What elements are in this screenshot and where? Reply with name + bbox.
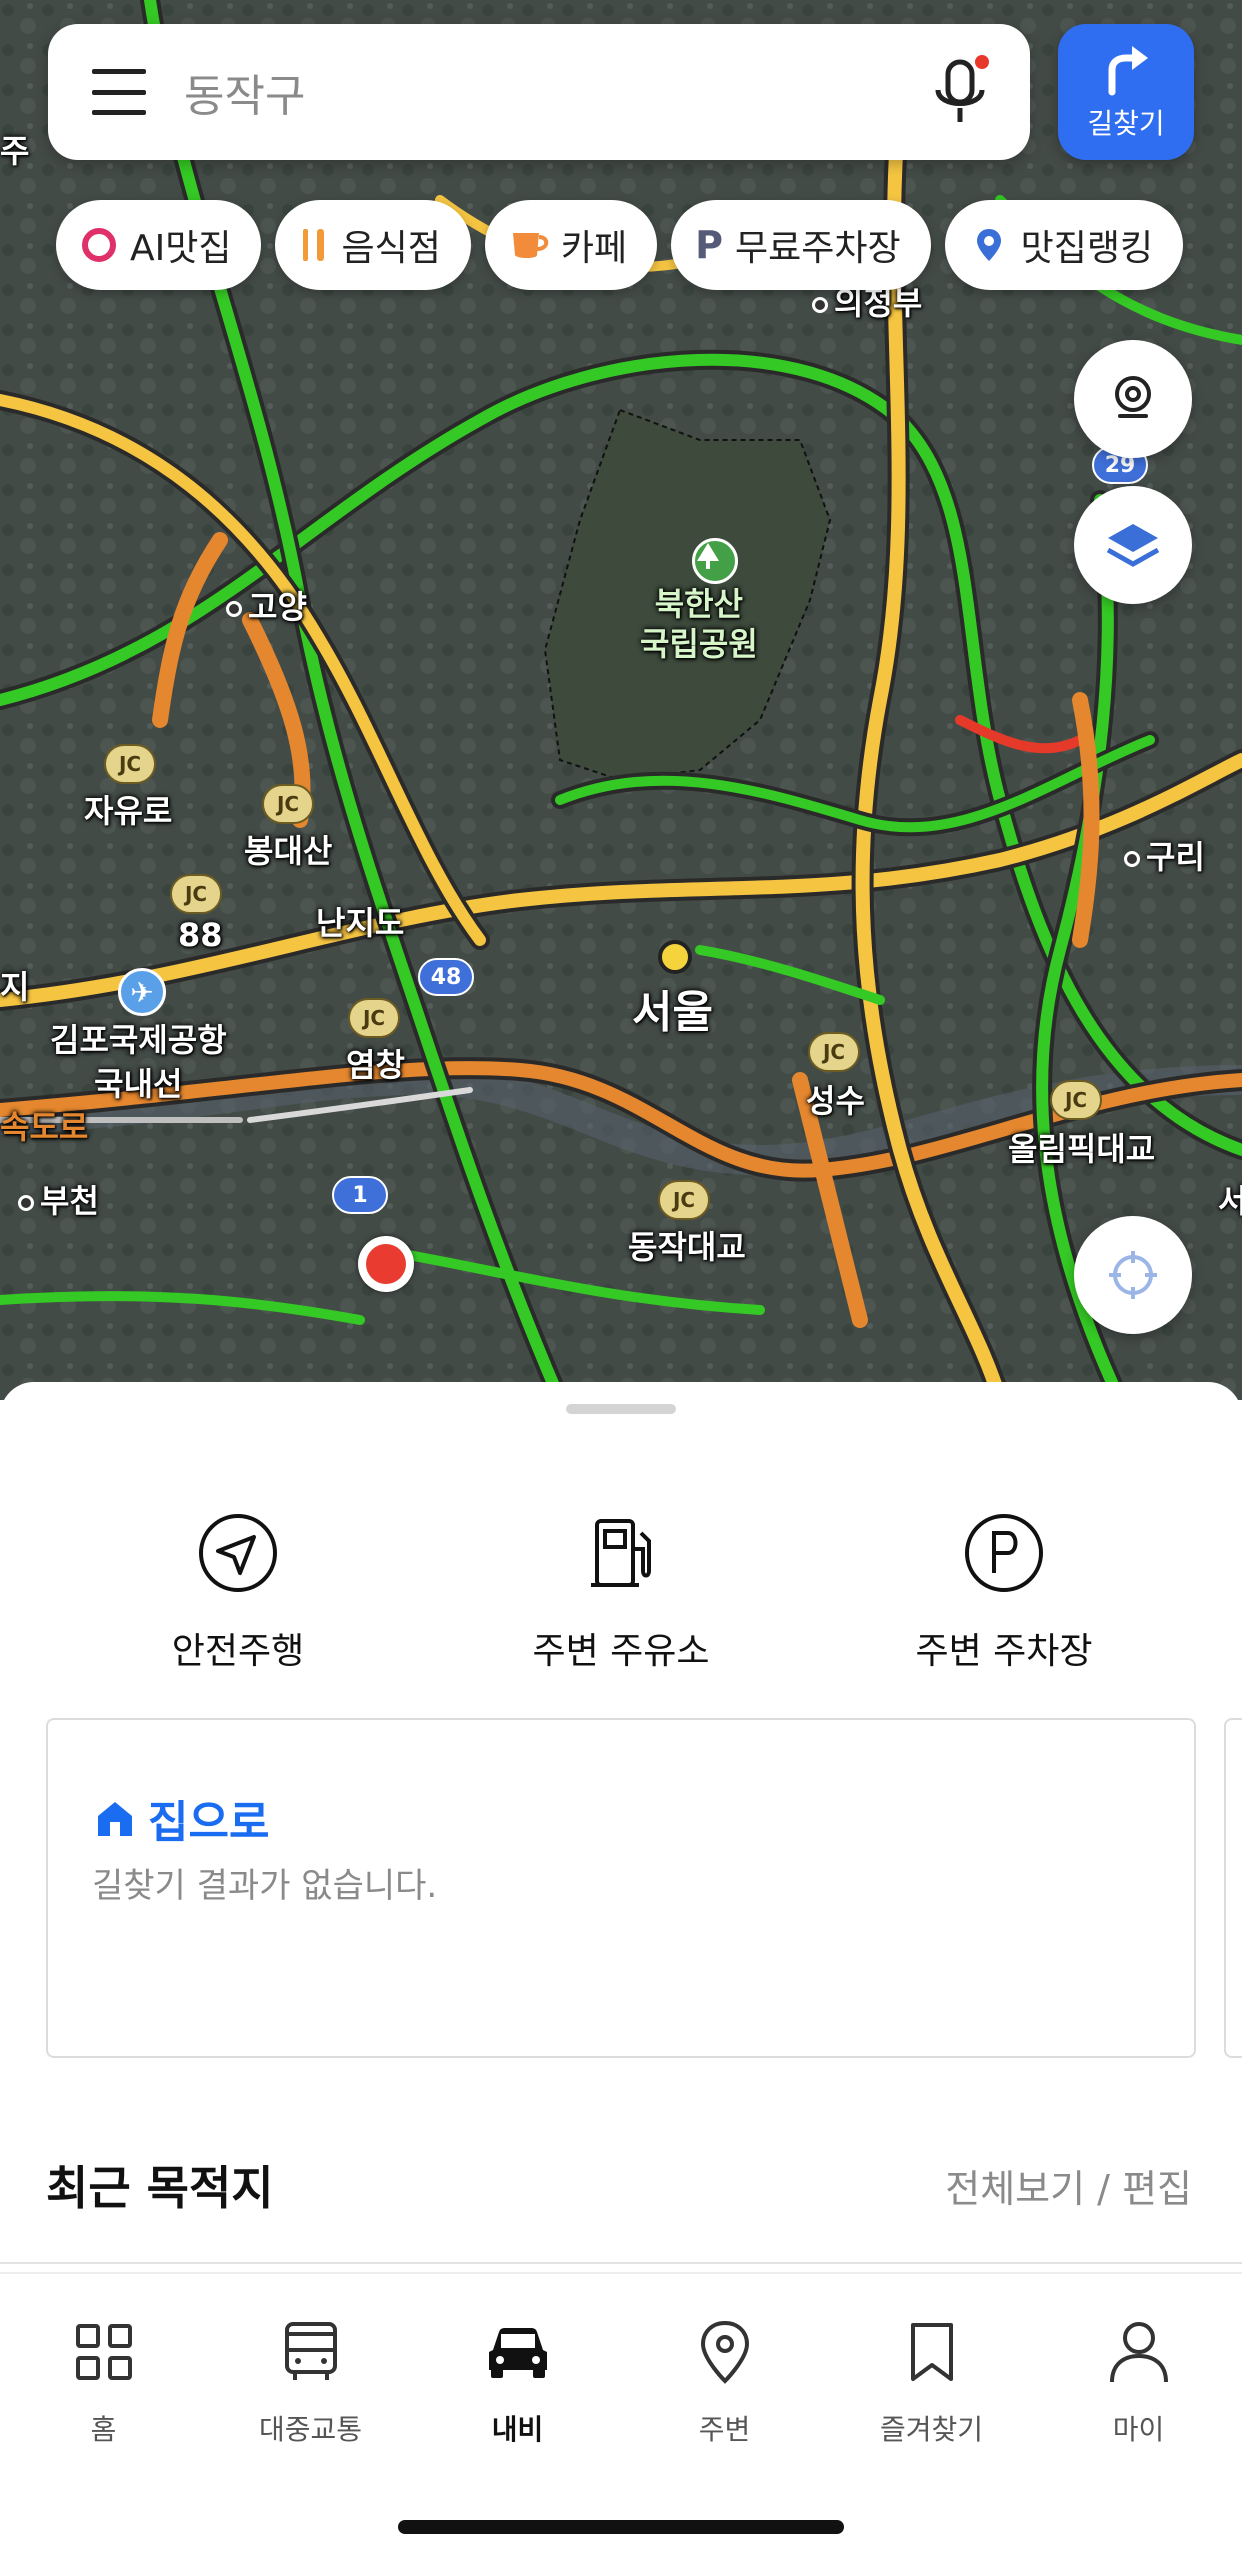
coffee-cup-icon bbox=[509, 227, 549, 263]
tab-label: 주변 bbox=[698, 2413, 751, 2446]
airport-icon: ✈ bbox=[118, 968, 166, 1016]
tab-home[interactable]: 홈 bbox=[0, 2314, 207, 2448]
jc-badge: JC bbox=[262, 784, 314, 824]
map-label-edge: 주 bbox=[0, 132, 30, 170]
chip-label: 맛집랭킹 bbox=[1020, 228, 1154, 269]
map-label-bongdaesan: 봉대산 bbox=[244, 832, 333, 870]
chip-ranking[interactable]: 맛집랭킹 bbox=[944, 200, 1184, 290]
tab-my[interactable]: 마이 bbox=[1035, 2314, 1242, 2448]
map-label-guri: 구리 bbox=[1124, 832, 1205, 878]
tab-label: 대중교통 bbox=[258, 2413, 363, 2446]
route-48-badge: 48 bbox=[418, 958, 474, 996]
nearby-gas-station-button[interactable]: 주변 주유소 bbox=[431, 1510, 811, 1674]
map-label-edge-seo: 서 bbox=[1218, 1182, 1242, 1220]
hamburger-menu-icon[interactable] bbox=[92, 69, 146, 115]
car-icon bbox=[414, 2314, 621, 2390]
view-all-edit-link[interactable]: 전체보기 / 편집 bbox=[945, 2158, 1192, 2213]
jc-badge: JC bbox=[808, 1032, 860, 1072]
navigation-arrow-icon bbox=[48, 1510, 428, 1596]
tab-label: 내비 bbox=[491, 2413, 544, 2446]
map-label-goyang: 고양 bbox=[226, 582, 307, 628]
safe-driving-button[interactable]: 안전주행 bbox=[48, 1510, 428, 1674]
seoul-marker-icon bbox=[658, 940, 692, 974]
sheet-drag-handle[interactable] bbox=[566, 1404, 676, 1414]
safe-driving-label: 안전주행 bbox=[171, 1631, 305, 1672]
directions-button[interactable]: 길찾기 bbox=[1058, 24, 1194, 160]
map-label-gimpo: 김포국제공항 국내선 bbox=[50, 1021, 227, 1103]
bus-icon bbox=[207, 2314, 414, 2390]
map-label-edge-road: 속도로 bbox=[0, 1108, 89, 1146]
map-label-olympic: 올림픽대교 bbox=[1008, 1130, 1156, 1168]
jc-badge: JC bbox=[1050, 1080, 1102, 1120]
jc-badge: JC bbox=[170, 874, 222, 914]
tab-nearby[interactable]: 주변 bbox=[621, 2314, 828, 2448]
home-card-title: 집으로 bbox=[94, 1786, 269, 1850]
chip-label: 무료주차장 bbox=[734, 228, 901, 269]
directions-label: 길찾기 bbox=[1087, 107, 1165, 140]
map-label-nanjido: 난지도 bbox=[316, 904, 405, 942]
recent-destinations-title: 최근 목적지 bbox=[46, 2161, 274, 2215]
map-label-jayuro: 자유로 bbox=[84, 792, 173, 830]
map-label-edge-ji: 지 bbox=[0, 968, 30, 1006]
map-label-bukhansan: 북한산 국립공원 bbox=[640, 585, 758, 663]
tab-label: 즐겨찾기 bbox=[879, 2413, 984, 2446]
map-label-seongsu: 성수 bbox=[806, 1082, 865, 1120]
chip-free-parking[interactable]: P 무료주차장 bbox=[671, 200, 931, 290]
tab-label: 마이 bbox=[1112, 2413, 1165, 2446]
jc-badge: JC bbox=[104, 744, 156, 784]
tab-label: 홈 bbox=[90, 2413, 117, 2446]
home-card-subtitle: 길찾기 결과가 없습니다. bbox=[92, 1866, 438, 1906]
route-1-badge: 1 bbox=[332, 1176, 388, 1214]
search-bar[interactable]: 동작구 bbox=[48, 24, 1030, 160]
map-label-dongjak: 동작대교 bbox=[628, 1228, 746, 1266]
chip-label: 카페 bbox=[560, 228, 628, 269]
grid-icon bbox=[0, 2314, 207, 2390]
app-screen: 주 의정부 고양 북한산 국립공원 자유로 봉대산 구리 88 난지도 지 서울… bbox=[0, 0, 1242, 2564]
map-layers-button[interactable] bbox=[1074, 486, 1192, 604]
jc-badge: JC bbox=[348, 998, 400, 1038]
park-tree-icon bbox=[692, 538, 738, 584]
search-input[interactable]: 동작구 bbox=[184, 60, 930, 124]
home-route-card[interactable]: 집으로 길찾기 결과가 없습니다. bbox=[46, 1718, 1196, 2058]
chip-cafe[interactable]: 카페 bbox=[484, 200, 658, 290]
parking-icon bbox=[814, 1510, 1194, 1596]
tab-favorites[interactable]: 즐겨찾기 bbox=[828, 2314, 1035, 2448]
map-label-bucheon: 부천 bbox=[18, 1176, 99, 1222]
next-card-peek[interactable] bbox=[1224, 1718, 1242, 2058]
chip-label: AI맛집 bbox=[130, 228, 232, 269]
microphone-icon[interactable] bbox=[930, 52, 990, 132]
map-label-yeomchang: 염창 bbox=[346, 1046, 405, 1084]
ai-ring-icon bbox=[80, 226, 118, 264]
bookmark-icon bbox=[828, 2314, 1035, 2390]
tab-navigation[interactable]: 내비 bbox=[414, 2314, 621, 2448]
layers-icon bbox=[1106, 524, 1160, 567]
parking-p-icon: P bbox=[695, 223, 723, 267]
category-chips: AI맛집 음식점 카페 P 무료주차장 맛집랭킹 bbox=[56, 200, 1184, 290]
home-card-title-text: 집으로 bbox=[148, 1797, 270, 1848]
nearby-gas-station-label: 주변 주유소 bbox=[532, 1631, 710, 1672]
chip-restaurants[interactable]: 음식점 bbox=[275, 200, 471, 290]
map-label-route88: 88 bbox=[178, 916, 223, 954]
chip-ai-restaurants[interactable]: AI맛집 bbox=[56, 200, 262, 290]
ranking-pin-icon bbox=[969, 225, 1009, 265]
location-pin-icon bbox=[621, 2314, 828, 2390]
street-view-icon bbox=[1115, 376, 1151, 418]
home-indicator bbox=[398, 2520, 844, 2534]
nearby-parking-label: 주변 주차장 bbox=[915, 1631, 1093, 1672]
map-label-seoul: 서울 bbox=[632, 987, 713, 1038]
divider bbox=[0, 2262, 1242, 2264]
crosshair-icon bbox=[1109, 1251, 1157, 1299]
turn-right-arrow-icon bbox=[1108, 46, 1148, 96]
my-location-button[interactable] bbox=[1074, 1216, 1192, 1334]
fork-knife-icon bbox=[299, 225, 329, 265]
gas-station-icon bbox=[431, 1510, 811, 1596]
street-view-button[interactable] bbox=[1074, 340, 1192, 458]
chip-label: 음식점 bbox=[341, 228, 441, 269]
home-icon bbox=[98, 1802, 132, 1836]
nearby-parking-button[interactable]: 주변 주차장 bbox=[814, 1510, 1194, 1674]
current-location-marker bbox=[358, 1236, 414, 1292]
person-icon bbox=[1035, 2314, 1242, 2390]
tab-transit[interactable]: 대중교통 bbox=[207, 2314, 414, 2448]
jc-badge: JC bbox=[658, 1180, 710, 1220]
